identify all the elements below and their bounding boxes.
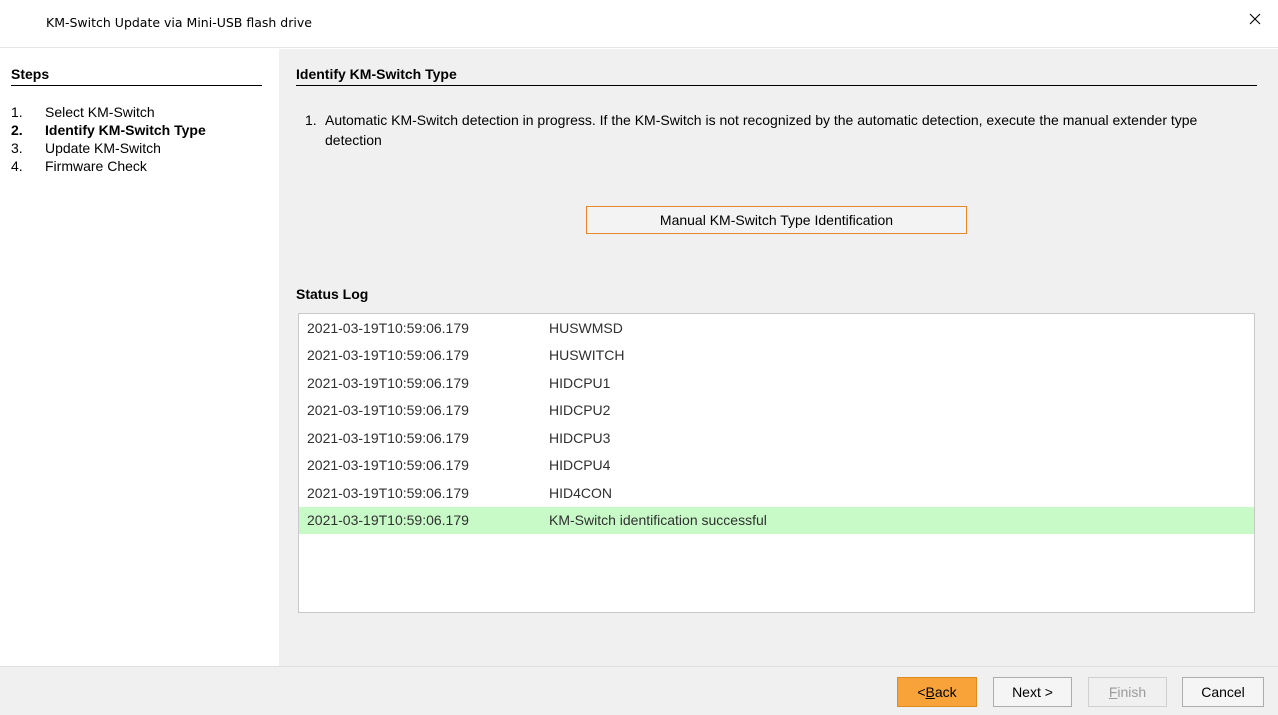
log-row[interactable]: 2021-03-19T10:59:06.179 HUSWMSD [299,314,1254,342]
steps-heading: Steps [11,66,262,86]
log-timestamp: 2021-03-19T10:59:06.179 [307,347,469,364]
finish-mnemonic: F [1108,684,1118,700]
window-title: KM-Switch Update via Mini-USB flash driv… [46,15,312,30]
log-row[interactable]: 2021-03-19T10:59:06.179 HIDCPU2 [299,397,1254,425]
step-item: 4. Firmware Check [11,157,206,175]
main-panel: Identify KM-Switch Type 1. Automatic KM-… [279,49,1278,666]
step-label: Update KM-Switch [45,140,161,156]
status-log-list[interactable]: 2021-03-19T10:59:06.179 HUSWMSD 2021-03-19… [298,313,1255,613]
log-timestamp: 2021-03-19T10:59:06.179 [307,319,469,336]
log-message: HIDCPU1 [549,374,611,391]
log-row[interactable]: 2021-03-19T10:59:06.179 HIDCPU3 [299,424,1254,452]
log-row[interactable]: 2021-03-19T10:59:06.179 HUSWITCH [299,342,1254,370]
close-icon [1249,13,1261,25]
back-button[interactable]: < Back [897,677,977,707]
log-row-success[interactable]: 2021-03-19T10:59:06.179 KM-Switch identif… [299,506,1254,534]
log-message: HIDCPU2 [549,402,611,419]
close-button[interactable] [1232,0,1278,38]
log-message: HIDCPU4 [549,457,611,474]
log-timestamp: 2021-03-19T10:59:06.179 [307,374,469,391]
log-timestamp: 2021-03-19T10:59:06.179 [307,484,469,501]
next-button[interactable]: Next > [993,677,1072,707]
step-number: 4. [11,158,23,174]
cancel-button[interactable]: Cancel [1182,677,1264,707]
back-prefix: < [917,684,926,700]
status-log-title: Status Log [296,286,369,302]
step-label: Firmware Check [45,158,147,174]
step-number: 1. [11,104,23,120]
step-number: 2. [11,122,23,138]
log-timestamp: 2021-03-19T10:59:06.179 [307,429,469,446]
title-bar: KM-Switch Update via Mini-USB flash driv… [0,0,1278,48]
step-item-active: 2. Identify KM-Switch Type [11,121,206,139]
log-message: HUSWMSD [549,319,623,336]
log-message: HIDCPU3 [549,429,611,446]
step-number: 3. [11,140,23,156]
instruction-number: 1. [305,112,317,128]
page-title: Identify KM-Switch Type [296,66,1257,86]
step-item: 3. Update KM-Switch [11,139,206,157]
back-label: ack [934,684,957,700]
back-mnemonic: B [925,684,935,700]
instruction-body: Automatic KM-Switch detection in progres… [325,112,1198,148]
steps-sidebar: Steps 1. Select KM-Switch 2. Identify KM-S… [0,49,279,666]
log-message: HUSWITCH [549,347,625,364]
log-row[interactable]: 2021-03-19T10:59:06.179 HIDCPU1 [299,369,1254,397]
finish-button[interactable]: Finish [1088,677,1167,707]
wizard-footer: < Back Next > Finish Cancel [0,666,1278,715]
log-row[interactable]: 2021-03-19T10:59:06.179 HID4CON [299,479,1254,507]
log-message: KM-Switch identification successful [549,512,767,529]
step-label: Identify KM-Switch Type [45,122,206,138]
log-row[interactable]: 2021-03-19T10:59:06.179 HIDCPU4 [299,452,1254,480]
instruction-text: 1. Automatic KM-Switch detection in prog… [305,110,1245,150]
step-label: Select KM-Switch [45,104,155,120]
step-item: 1. Select KM-Switch [11,103,206,121]
finish-label: inish [1117,684,1147,700]
log-timestamp: 2021-03-19T10:59:06.179 [307,512,469,529]
log-timestamp: 2021-03-19T10:59:06.179 [307,457,469,474]
manual-identification-button[interactable]: Manual KM-Switch Type Identification [586,206,967,234]
steps-list: 1. Select KM-Switch 2. Identify KM-Switch … [11,103,206,175]
log-timestamp: 2021-03-19T10:59:06.179 [307,402,469,419]
log-message: HID4CON [549,484,613,501]
